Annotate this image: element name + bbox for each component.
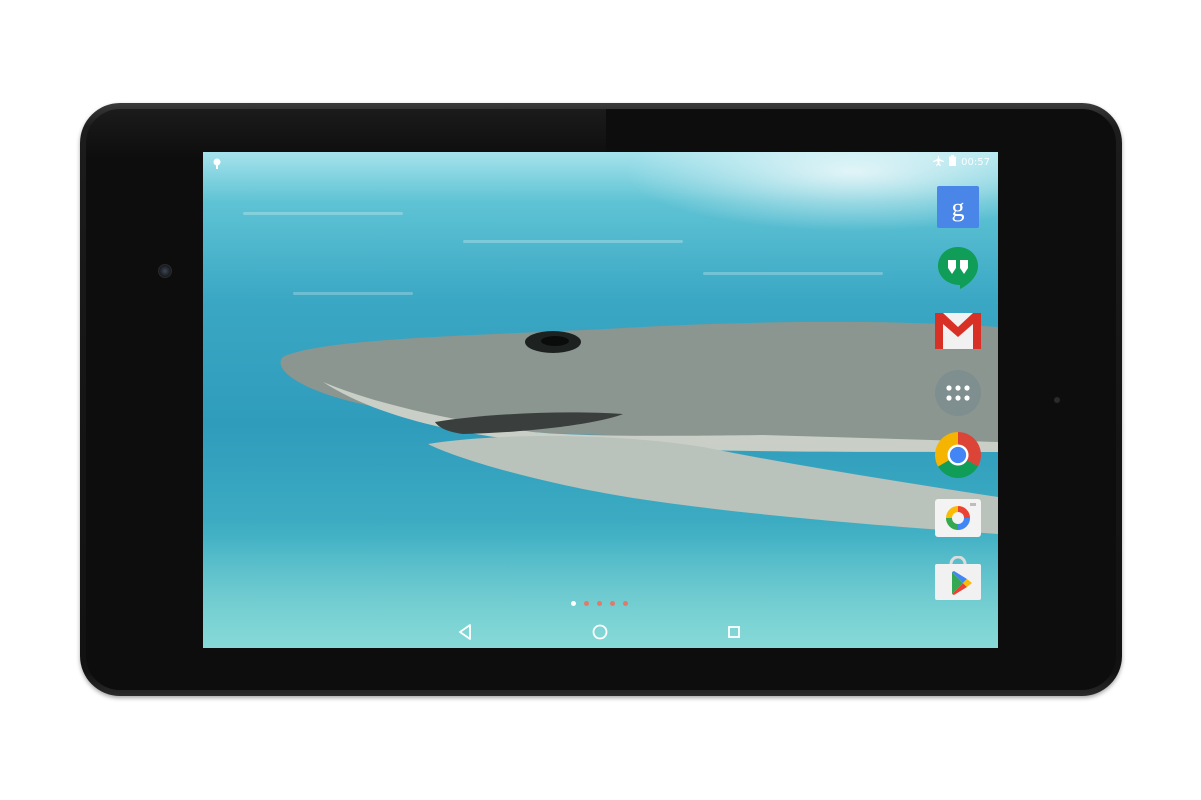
back-button[interactable] (453, 620, 477, 644)
page-dot[interactable] (623, 601, 628, 606)
svg-text:g: g (952, 193, 965, 222)
play-store-icon (935, 556, 981, 600)
recents-icon (728, 626, 740, 638)
home-icon (592, 624, 608, 640)
page-dot-active[interactable] (571, 601, 576, 606)
chrome-icon (935, 432, 981, 478)
notification-icon (212, 158, 222, 173)
app-drawer-button[interactable] (935, 370, 981, 416)
navigation-bar (203, 614, 998, 648)
photos-app[interactable] (935, 494, 981, 540)
gmail-icon (935, 313, 981, 349)
chrome-app[interactable] (935, 432, 981, 478)
page-dot[interactable] (584, 601, 589, 606)
app-dock: g (935, 184, 981, 618)
google-search-app[interactable]: g (935, 184, 981, 230)
page-indicator (571, 601, 628, 606)
page-dot[interactable] (610, 601, 615, 606)
gmail-app[interactable] (935, 308, 981, 354)
home-screen: 00:57 g (203, 152, 998, 648)
clock: 00:57 (961, 156, 990, 168)
status-bar: 00:57 (203, 152, 998, 170)
home-button[interactable] (588, 620, 612, 644)
google-search-icon: g (937, 186, 979, 228)
hangouts-app[interactable] (935, 246, 981, 292)
battery-icon (949, 155, 957, 169)
recents-button[interactable] (722, 620, 746, 644)
light-sensor (1054, 397, 1060, 403)
back-icon (459, 624, 471, 640)
page-dot[interactable] (597, 601, 602, 606)
shark-wallpaper (280, 321, 998, 534)
play-store-app[interactable] (935, 556, 981, 602)
app-drawer-icon (935, 370, 981, 416)
front-camera (158, 264, 172, 278)
photos-icon (935, 499, 981, 537)
hangouts-icon (938, 247, 978, 289)
status-right-group: 00:57 (933, 155, 990, 169)
airplane-icon (933, 155, 945, 169)
